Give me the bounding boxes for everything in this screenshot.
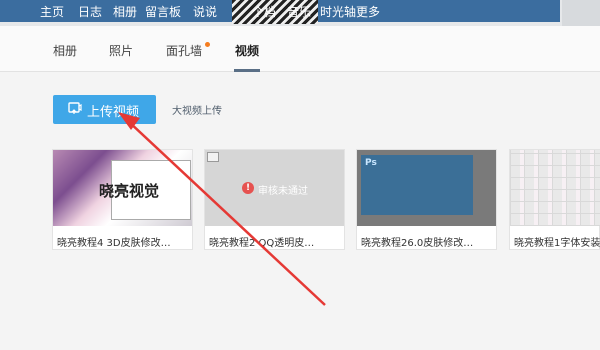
top-nav: 主页 日志 相册 留言板 说说 个档 音乐 时光轴 更多 — [0, 0, 600, 26]
notification-dot — [205, 42, 210, 47]
broken-image-icon — [207, 152, 219, 162]
video-title: 晓亮教程2 QQ透明皮… — [209, 238, 315, 249]
active-tab-indicator — [234, 69, 260, 72]
tab-albums[interactable]: 相册 — [53, 42, 77, 59]
video-thumbnail: Ps — [357, 150, 496, 226]
nav-item-album[interactable]: 相册 — [113, 3, 137, 20]
video-thumbnail — [510, 150, 600, 226]
nav-item-guestbook[interactable]: 留言板 — [145, 3, 181, 20]
tab-face-wall[interactable]: 面孔墙 — [166, 42, 202, 59]
video-title: 晓亮教程26.0皮肤修改… — [361, 238, 474, 249]
video-card-4[interactable]: 晓亮教程1字体安装… — [509, 149, 600, 250]
nav-item-timeline[interactable]: 时光轴 — [320, 3, 356, 20]
nav-item-blog[interactable]: 日志 — [78, 3, 102, 20]
tab-bar: 相册 照片 面孔墙 视频 — [0, 26, 600, 72]
review-status: 审核未通过 — [258, 186, 308, 197]
nav-item-home[interactable]: 主页 — [40, 3, 64, 20]
upload-video-label: 上传视频 — [87, 105, 140, 120]
nav-item-music[interactable]: 音乐 — [287, 3, 311, 20]
video-title: 晓亮教程4 3D皮肤修改… — [57, 238, 171, 249]
nav-item-shuoshuo[interactable]: 说说 — [193, 3, 217, 20]
video-thumbnail: ! 审核未通过 — [205, 150, 344, 226]
thumbnail-grid — [510, 150, 600, 226]
nav-item-profile[interactable]: 个档 — [252, 3, 276, 20]
video-card-2[interactable]: ! 审核未通过 晓亮教程2 QQ透明皮… — [204, 149, 345, 250]
upload-video-button[interactable]: 上传视频 — [53, 95, 156, 124]
large-video-upload-link[interactable]: 大视频上传 — [172, 102, 222, 117]
top-nav-right-panel — [562, 0, 600, 26]
thumbnail-text: 晓亮视觉 — [99, 182, 160, 200]
video-card-1[interactable]: 晓亮视觉 晓亮教程4 3D皮肤修改… — [52, 149, 193, 250]
nav-item-more[interactable]: 更多 — [356, 3, 380, 20]
thumbnail-screen — [361, 155, 473, 215]
alert-icon: ! — [242, 182, 254, 194]
video-card-3[interactable]: Ps 晓亮教程26.0皮肤修改… — [356, 149, 497, 250]
upload-video-icon — [68, 102, 82, 114]
tab-videos[interactable]: 视频 — [235, 42, 259, 59]
video-thumbnail: 晓亮视觉 — [53, 150, 192, 226]
tab-photos[interactable]: 照片 — [109, 42, 133, 59]
video-title: 晓亮教程1字体安装… — [514, 238, 600, 249]
photoshop-logo: Ps — [365, 158, 377, 168]
